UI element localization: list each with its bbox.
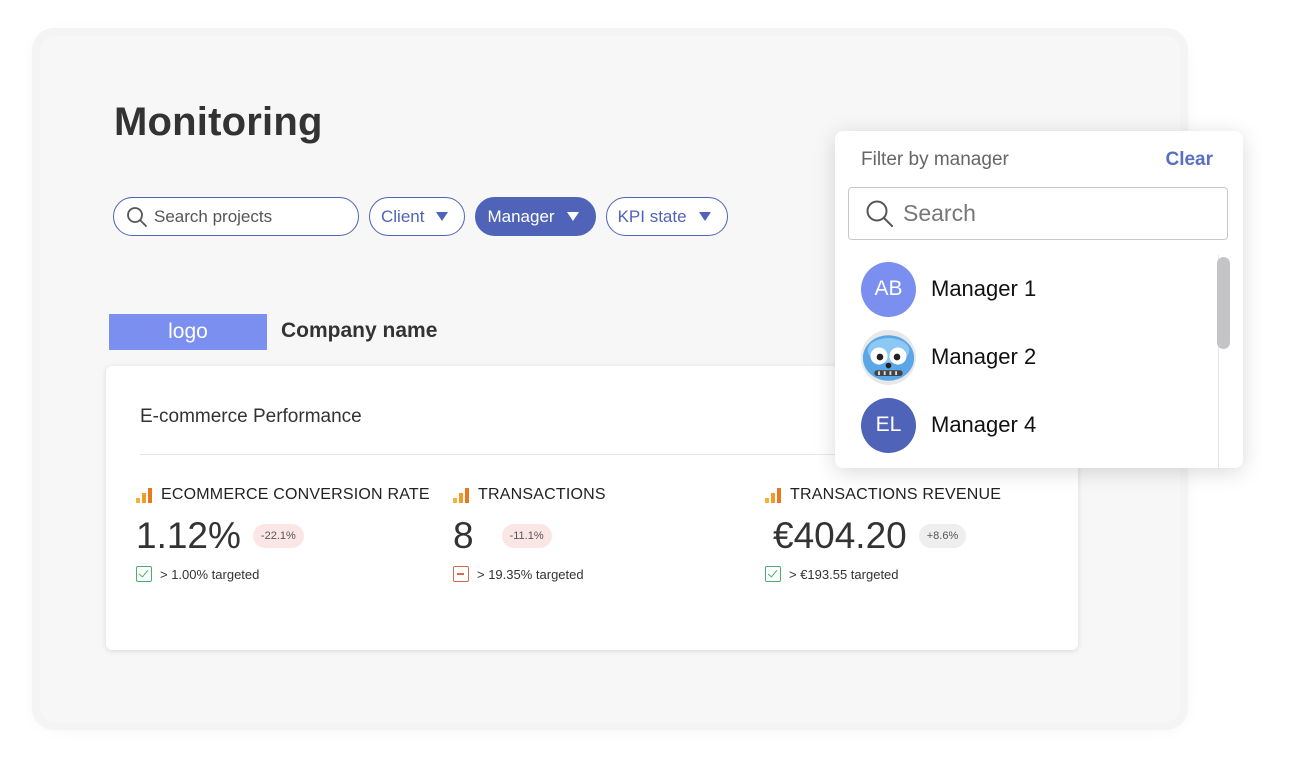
- avatar: AB: [861, 261, 916, 317]
- client-filter-chip[interactable]: Client: [369, 197, 466, 236]
- manager-name: Manager 1: [931, 276, 1037, 301]
- manager-filter-chip[interactable]: Manager: [475, 197, 596, 236]
- manager-list: AB Manager 1 Manager 2 EL Manager 4: [835, 255, 1219, 459]
- checkbox-checked-icon: [136, 566, 152, 582]
- manager-search[interactable]: [848, 187, 1228, 240]
- checkbox-checked-icon: [765, 566, 781, 582]
- target-text: > €193.55 targeted: [789, 566, 899, 582]
- robot-avatar-icon: [861, 329, 916, 385]
- caret-down-icon: [436, 212, 449, 221]
- manager-name: Manager 2: [931, 344, 1037, 369]
- page-title: Monitoring: [114, 100, 323, 144]
- metric-value: €404.20: [773, 515, 907, 556]
- manager-option[interactable]: EL Manager 4: [835, 391, 1219, 459]
- analytics-icon: [765, 487, 781, 503]
- metric-label: ECOMMERCE CONVERSION RATE: [161, 486, 430, 503]
- metric-transactions-revenue: TRANSACTIONS REVENUE €404.20 +8.6% > €19…: [765, 486, 1001, 582]
- manager-option[interactable]: AB Manager 1: [835, 255, 1219, 323]
- caret-down-icon: [698, 212, 711, 221]
- avatar: [861, 329, 916, 385]
- kpi-state-filter-label: KPI state: [617, 206, 687, 226]
- analytics-icon: [136, 487, 152, 503]
- caret-down-icon: [566, 212, 579, 221]
- metric-value: 8: [453, 515, 474, 556]
- manager-filter-dropdown: Filter by manager Clear AB Manager 1: [835, 131, 1243, 468]
- search-icon: [127, 206, 147, 227]
- metric-value: 1.12%: [136, 515, 241, 556]
- client-filter-label: Client: [381, 206, 425, 226]
- dropdown-header: Filter by manager: [861, 149, 1009, 170]
- manager-filter-label: Manager: [487, 206, 555, 226]
- analytics-icon: [453, 487, 469, 503]
- metric-transactions: TRANSACTIONS 8 -11.1% > 19.35% targeted: [453, 486, 606, 582]
- checkbox-minus-icon: [453, 566, 469, 582]
- filter-bar: Client Manager KPI state: [113, 197, 728, 236]
- search-icon: [866, 200, 893, 227]
- card-divider: [140, 454, 840, 455]
- target-text: > 1.00% targeted: [160, 566, 260, 582]
- card-title: E-commerce Performance: [140, 406, 362, 427]
- manager-search-input[interactable]: [903, 200, 1203, 227]
- clear-button[interactable]: Clear: [1165, 149, 1213, 171]
- metric-conversion-rate: ECOMMERCE CONVERSION RATE 1.12% -22.1% >…: [136, 486, 430, 582]
- kpi-state-filter-chip[interactable]: KPI state: [605, 197, 728, 236]
- scrollbar-thumb[interactable]: [1217, 257, 1230, 349]
- project-search-input[interactable]: [154, 206, 344, 227]
- target-text: > 19.35% targeted: [477, 566, 584, 582]
- company-name[interactable]: Company name: [281, 319, 437, 343]
- delta-badge: -22.1%: [252, 524, 304, 548]
- delta-badge: -11.1%: [501, 524, 552, 548]
- metric-label: TRANSACTIONS REVENUE: [790, 486, 1002, 503]
- manager-option[interactable]: Manager 2: [835, 323, 1219, 391]
- avatar: EL: [861, 397, 916, 453]
- company-logo: logo: [109, 314, 267, 350]
- project-search[interactable]: [113, 197, 359, 236]
- delta-badge: +8.6%: [918, 524, 967, 548]
- metric-label: TRANSACTIONS: [478, 486, 606, 503]
- manager-name: Manager 4: [931, 412, 1037, 437]
